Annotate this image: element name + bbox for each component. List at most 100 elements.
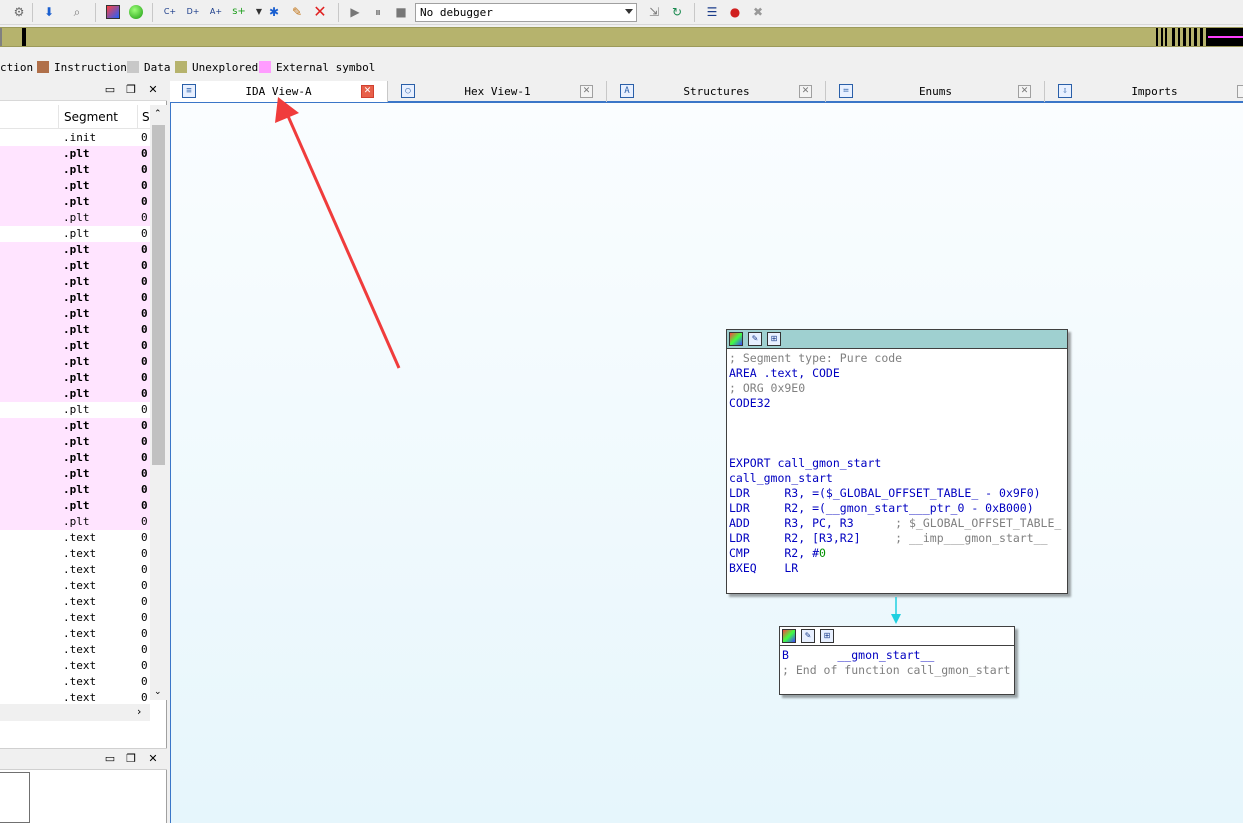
table-row[interactable]: .plt 0: [0, 242, 150, 258]
graph-node-call-gmon-start[interactable]: ✎ ⊞ ; Segment type: Pure code AREA .text,…: [726, 329, 1068, 594]
table-row[interactable]: .text 0: [0, 658, 150, 674]
minimize-icon[interactable]: ▭: [103, 752, 117, 766]
table-row[interactable]: .plt 0: [0, 402, 150, 418]
table-row[interactable]: .text 0: [0, 690, 150, 702]
attach-icon[interactable]: ⇲: [645, 3, 663, 21]
table-row[interactable]: .plt 0: [0, 306, 150, 322]
jump-arrow-icon[interactable]: ⬇: [40, 3, 58, 21]
graph-node-branch[interactable]: ✎ ⊞ B __gmon_start__; End of function ca…: [779, 626, 1015, 695]
horizontal-scrollbar[interactable]: ›: [0, 704, 150, 721]
navigation-band[interactable]: [0, 27, 1243, 47]
table-row[interactable]: .text 0: [0, 610, 150, 626]
breakpoint-list-icon[interactable]: ☰: [703, 3, 721, 21]
color-icon[interactable]: [729, 332, 743, 346]
table-row[interactable]: .plt 0: [0, 434, 150, 450]
table-row[interactable]: .plt 0: [0, 258, 150, 274]
code-line[interactable]: CMP R2, #0: [729, 546, 1065, 561]
create-function-icon[interactable]: ✱: [265, 3, 283, 21]
code-line[interactable]: [729, 441, 1065, 456]
create-code-icon[interactable]: C+: [161, 3, 179, 21]
close-tab-icon[interactable]: ✕: [1018, 85, 1031, 98]
table-row[interactable]: .plt 0: [0, 498, 150, 514]
code-line[interactable]: CODE32: [729, 396, 1065, 411]
table-row[interactable]: .text 0: [0, 594, 150, 610]
edit-icon[interactable]: ✎: [288, 3, 306, 21]
code-line[interactable]: ; Segment type: Pure code: [729, 351, 1065, 366]
add-breakpoint-icon[interactable]: ●: [726, 3, 744, 21]
table-row[interactable]: .plt 0: [0, 354, 150, 370]
table-row[interactable]: .plt 0: [0, 290, 150, 306]
group-nodes-icon[interactable]: ⊞: [767, 332, 781, 346]
create-data-icon[interactable]: D+: [184, 3, 202, 21]
code-line[interactable]: LDR R2, [R3,R2] ; __imp___gmon_start__: [729, 531, 1065, 546]
table-row[interactable]: .text 0: [0, 626, 150, 642]
table-row[interactable]: .plt 0: [0, 418, 150, 434]
table-row[interactable]: .text 0: [0, 578, 150, 594]
debugger-select[interactable]: No debugger: [415, 3, 637, 22]
step-icon[interactable]: ↻: [668, 3, 686, 21]
code-line[interactable]: ; End of function call_gmon_start: [782, 663, 1012, 678]
table-row[interactable]: .text 0: [0, 546, 150, 562]
code-line[interactable]: AREA .text, CODE: [729, 366, 1065, 381]
close-tab-icon[interactable]: ✕: [799, 85, 812, 98]
table-row[interactable]: .text 0: [0, 562, 150, 578]
restore-icon[interactable]: ❐: [124, 752, 138, 766]
restore-icon[interactable]: ❐: [124, 83, 138, 97]
color-icon[interactable]: [104, 3, 122, 21]
code-line[interactable]: EXPORT call_gmon_start: [729, 456, 1065, 471]
table-row[interactable]: .plt 0: [0, 146, 150, 162]
run-icon[interactable]: ▶: [346, 3, 364, 21]
column-header-start[interactable]: S: [142, 110, 150, 124]
code-line[interactable]: LDR R2, =(__gmon_start___ptr_0 - 0xB000): [729, 501, 1065, 516]
create-string-icon[interactable]: A+: [207, 3, 225, 21]
table-row[interactable]: .plt 0: [0, 210, 150, 226]
minimize-icon[interactable]: ▭: [103, 83, 117, 97]
close-tab-icon[interactable]: ✕: [361, 85, 374, 98]
table-row[interactable]: .plt 0: [0, 162, 150, 178]
table-row[interactable]: .text 0: [0, 530, 150, 546]
pause-icon[interactable]: ⏸: [369, 3, 387, 21]
tab-structures[interactable]: A Structures ✕: [608, 81, 826, 102]
table-row[interactable]: .plt 0: [0, 274, 150, 290]
scroll-down-icon[interactable]: ⌄: [154, 687, 162, 697]
stop-icon[interactable]: ■: [392, 3, 410, 21]
tab-enums[interactable]: ≔ Enums ✕: [827, 81, 1045, 102]
table-row[interactable]: .plt 0: [0, 514, 150, 530]
scrollbar-thumb[interactable]: [152, 125, 165, 465]
table-row[interactable]: .init 0: [0, 130, 150, 146]
vertical-scrollbar[interactable]: ⌃ ⌄: [150, 105, 167, 700]
table-row[interactable]: .plt 0: [0, 450, 150, 466]
close-tab-icon[interactable]: ✕: [580, 85, 593, 98]
tab-imports[interactable]: ⇩ Imports: [1046, 81, 1243, 102]
code-line[interactable]: ; ORG 0x9E0: [729, 381, 1065, 396]
tab-ida-view-a[interactable]: ≡ IDA View-A ✕: [170, 81, 388, 102]
code-line[interactable]: LDR R3, =($_GLOBAL_OFFSET_TABLE_ - 0x9F0…: [729, 486, 1065, 501]
table-row[interactable]: .plt 0: [0, 338, 150, 354]
table-row[interactable]: .plt 0: [0, 370, 150, 386]
graph-view[interactable]: ✎ ⊞ ; Segment type: Pure code AREA .text,…: [170, 103, 1243, 823]
tab-hex-view-1[interactable]: ○ Hex View-1 ✕: [389, 81, 607, 102]
table-row[interactable]: .text 0: [0, 642, 150, 658]
search-icon[interactable]: ⌕: [68, 3, 86, 21]
table-row[interactable]: .text 0: [0, 674, 150, 690]
green-circle-icon[interactable]: [127, 3, 145, 21]
code-line[interactable]: B __gmon_start__: [782, 648, 1012, 663]
table-row[interactable]: .plt 0: [0, 194, 150, 210]
remove-breakpoint-icon[interactable]: ✖: [749, 3, 767, 21]
code-line[interactable]: [729, 411, 1065, 426]
group-nodes-icon[interactable]: ⊞: [820, 629, 834, 643]
column-header-segment[interactable]: Segment: [64, 110, 118, 124]
table-row[interactable]: .plt 0: [0, 386, 150, 402]
table-row[interactable]: .plt 0: [0, 178, 150, 194]
table-row[interactable]: .plt 0: [0, 322, 150, 338]
gear-icon[interactable]: ⚙: [10, 3, 28, 21]
table-row[interactable]: .plt 0: [0, 226, 150, 242]
rename-icon[interactable]: ✎: [748, 332, 762, 346]
close-icon[interactable]: ✕: [146, 83, 160, 97]
close-tab-icon[interactable]: [1237, 85, 1243, 98]
code-line[interactable]: ADD R3, PC, R3 ; $_GLOBAL_OFFSET_TABLE_: [729, 516, 1065, 531]
scroll-right-icon[interactable]: ›: [137, 705, 141, 718]
create-struct-icon[interactable]: s+: [230, 3, 248, 21]
scroll-up-icon[interactable]: ⌃: [154, 109, 162, 119]
color-icon[interactable]: [782, 629, 796, 643]
